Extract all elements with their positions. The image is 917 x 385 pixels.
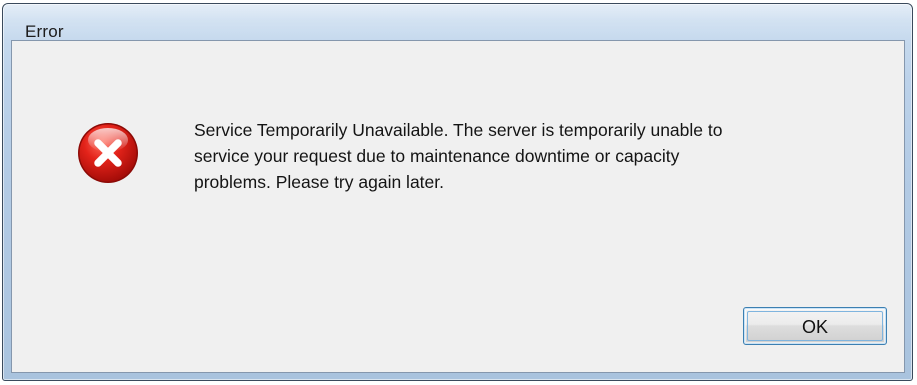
error-message-text: Service Temporarily Unavailable. The ser… [194,120,723,192]
error-icon [76,121,140,185]
message-panel: Service Temporarily Unavailable. The ser… [12,41,904,289]
dialog-client-area: Service Temporarily Unavailable. The ser… [11,40,905,373]
ok-button[interactable]: OK [743,307,887,345]
error-dialog-window: Error Service Temporarily Unavailable. T… [2,3,913,381]
ok-button-label: OK [801,317,828,337]
title-bar[interactable]: Error [3,4,912,41]
window-title: Error [25,22,64,41]
